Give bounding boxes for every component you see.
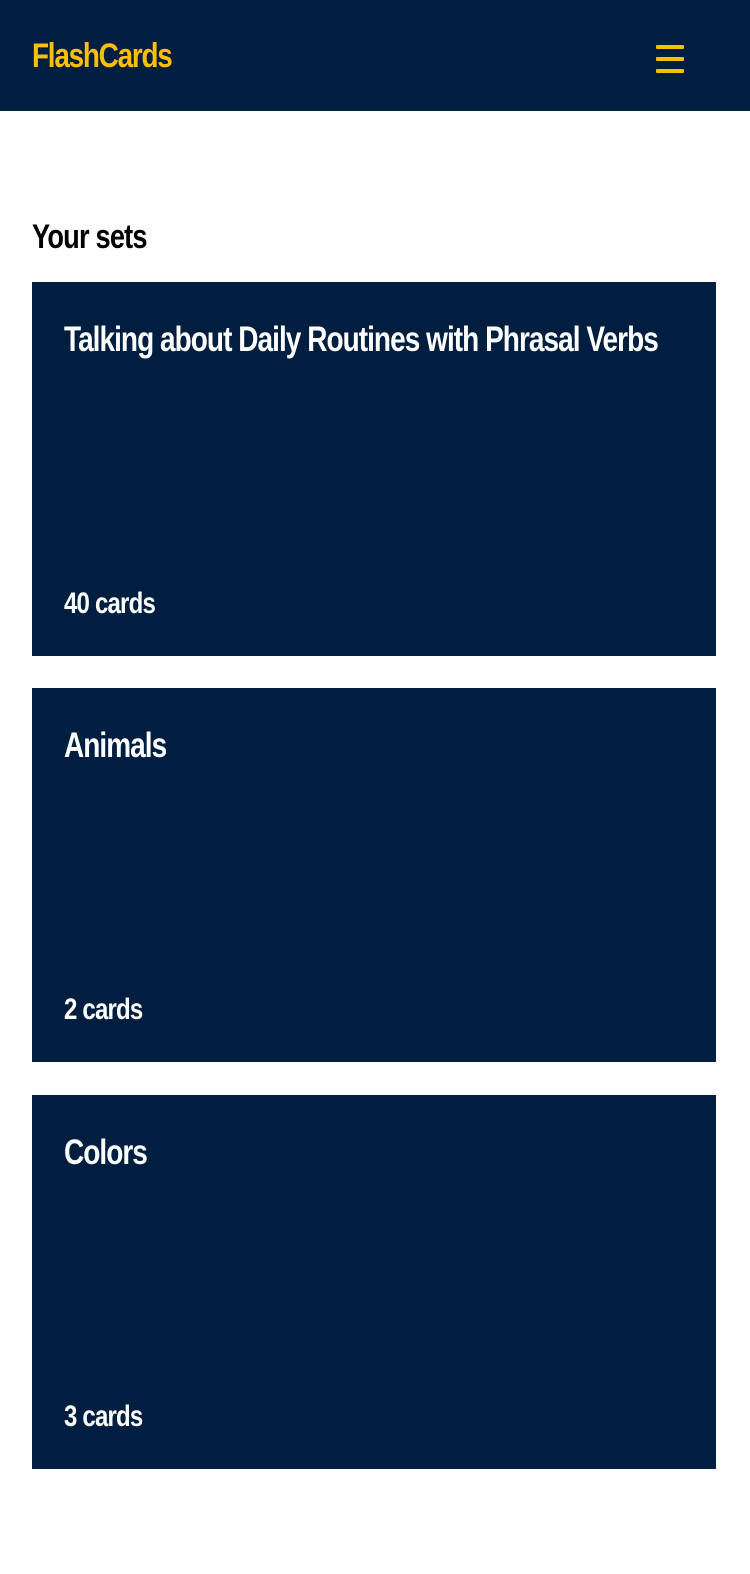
- top-navigation-bar: FlashCards: [0, 0, 750, 111]
- brand-logo-link[interactable]: FlashCards: [32, 36, 173, 76]
- hamburger-menu-icon-bottom-bar: [656, 69, 684, 73]
- set-card-count: 40 cards: [64, 587, 156, 620]
- set-title: Animals: [64, 726, 167, 765]
- section-title: Your sets: [32, 218, 148, 256]
- set-title: Colors: [64, 1133, 148, 1172]
- hamburger-menu-button[interactable]: [646, 38, 694, 80]
- set-card[interactable]: Animals 2 cards: [32, 688, 716, 1062]
- set-card[interactable]: Talking about Daily Routines with Phrasa…: [32, 282, 716, 656]
- set-card[interactable]: Colors 3 cards: [32, 1095, 716, 1469]
- hamburger-menu-icon-middle-bar: [656, 57, 684, 61]
- set-card-count: 3 cards: [64, 1400, 143, 1433]
- set-card-count: 2 cards: [64, 993, 143, 1026]
- set-title: Talking about Daily Routines with Phrasa…: [64, 320, 659, 359]
- hamburger-menu-icon: [656, 45, 684, 49]
